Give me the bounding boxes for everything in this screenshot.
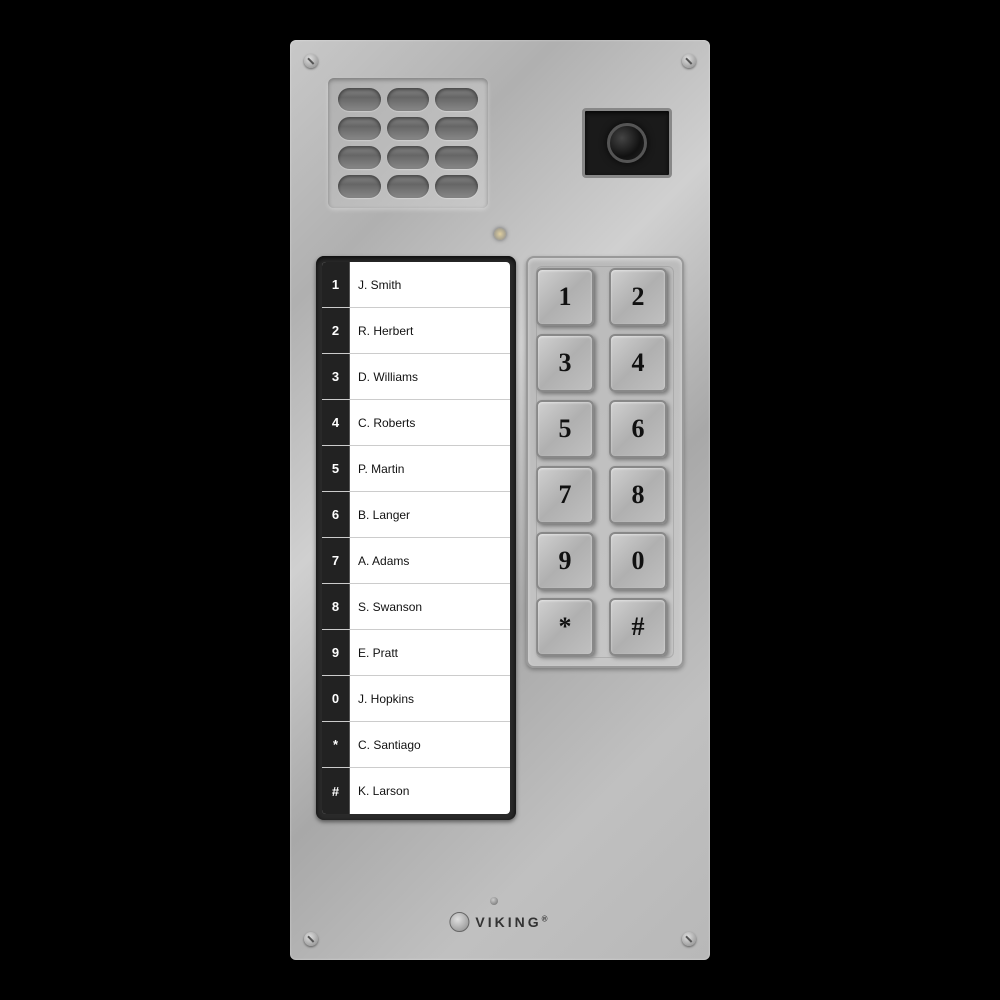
keypad-key-2[interactable]: 2: [609, 268, 667, 326]
dir-name: K. Larson: [350, 784, 409, 798]
screw-bottom-right: [682, 932, 696, 946]
dir-number: 0: [322, 676, 350, 721]
dir-number: 2: [322, 308, 350, 353]
directory-row[interactable]: 5P. Martin: [322, 446, 510, 492]
brand-icon: [449, 912, 469, 932]
dir-name: C. Roberts: [350, 416, 415, 430]
keypad-key-7[interactable]: 7: [536, 466, 594, 524]
camera-lens: [607, 123, 647, 163]
directory-row[interactable]: 0J. Hopkins: [322, 676, 510, 722]
keypad-key-9[interactable]: 9: [536, 532, 594, 590]
keypad-key-6[interactable]: 6: [609, 400, 667, 458]
dir-number: 9: [322, 630, 350, 675]
dir-number: *: [322, 722, 350, 767]
speaker-slot: [387, 146, 430, 169]
keypad-section: 1234567890 * #: [526, 256, 684, 668]
speaker-slot: [338, 146, 381, 169]
dir-name: P. Martin: [350, 462, 404, 476]
speaker-slot: [387, 88, 430, 111]
dir-name: C. Santiago: [350, 738, 421, 752]
dir-name: J. Hopkins: [350, 692, 414, 706]
screw-top-left: [304, 54, 318, 68]
directory-row[interactable]: *C. Santiago: [322, 722, 510, 768]
dir-number: 4: [322, 400, 350, 445]
directory-list: 1J. Smith2R. Herbert3D. Williams4C. Robe…: [322, 262, 510, 814]
dir-number: 8: [322, 584, 350, 629]
speaker-slot: [338, 88, 381, 111]
directory-panel: 1J. Smith2R. Herbert3D. Williams4C. Robe…: [316, 256, 516, 820]
dir-number: 6: [322, 492, 350, 537]
dir-number: 7: [322, 538, 350, 583]
brand-name-text: VIKING: [475, 914, 541, 930]
directory-row[interactable]: 4C. Roberts: [322, 400, 510, 446]
dir-name: R. Herbert: [350, 324, 413, 338]
top-section: [308, 78, 692, 208]
keypad-key-3[interactable]: 3: [536, 334, 594, 392]
keypad-key-4[interactable]: 4: [609, 334, 667, 392]
keypad-key-1[interactable]: 1: [536, 268, 594, 326]
directory-row[interactable]: 8S. Swanson: [322, 584, 510, 630]
keypad-key-hash[interactable]: #: [609, 598, 667, 656]
directory-row[interactable]: 3D. Williams: [322, 354, 510, 400]
speaker-slot: [435, 175, 478, 198]
directory-row[interactable]: 9E. Pratt: [322, 630, 510, 676]
dir-name: S. Swanson: [350, 600, 422, 614]
keypad-key-0[interactable]: 0: [609, 532, 667, 590]
keypad-key-8[interactable]: 8: [609, 466, 667, 524]
led-indicator: [494, 228, 506, 240]
dir-name: J. Smith: [350, 278, 401, 292]
screw-bottom-left: [304, 932, 318, 946]
directory-row[interactable]: 1J. Smith: [322, 262, 510, 308]
dir-number: 5: [322, 446, 350, 491]
dir-number: #: [322, 768, 350, 814]
dir-name: A. Adams: [350, 554, 409, 568]
dir-name: D. Williams: [350, 370, 418, 384]
directory-row[interactable]: 6B. Langer: [322, 492, 510, 538]
speaker-slot: [435, 146, 478, 169]
speaker-grille: [328, 78, 488, 208]
bottom-dot: [490, 897, 498, 905]
dir-name: E. Pratt: [350, 646, 398, 660]
screw-top-right: [682, 54, 696, 68]
brand-registered: ®: [542, 914, 551, 923]
directory-row[interactable]: 7A. Adams: [322, 538, 510, 584]
brand-name: VIKING®: [475, 914, 550, 930]
intercom-panel: 1J. Smith2R. Herbert3D. Williams4C. Robe…: [290, 40, 710, 960]
speaker-slot: [435, 88, 478, 111]
keypad-key-5[interactable]: 5: [536, 400, 594, 458]
speaker-slot: [338, 117, 381, 140]
dir-number: 1: [322, 262, 350, 307]
dir-number: 3: [322, 354, 350, 399]
speaker-slot: [435, 117, 478, 140]
speaker-slot: [387, 175, 430, 198]
dir-name: B. Langer: [350, 508, 410, 522]
directory-row[interactable]: #K. Larson: [322, 768, 510, 814]
speaker-slot: [387, 117, 430, 140]
keypad-grid: 1234567890 * #: [536, 268, 674, 656]
brand-label: VIKING®: [449, 912, 550, 932]
keypad-key-star[interactable]: *: [536, 598, 594, 656]
speaker-slot: [338, 175, 381, 198]
camera-module: [582, 108, 672, 178]
directory-row[interactable]: 2R. Herbert: [322, 308, 510, 354]
bottom-section: 1J. Smith2R. Herbert3D. Williams4C. Robe…: [308, 256, 692, 820]
